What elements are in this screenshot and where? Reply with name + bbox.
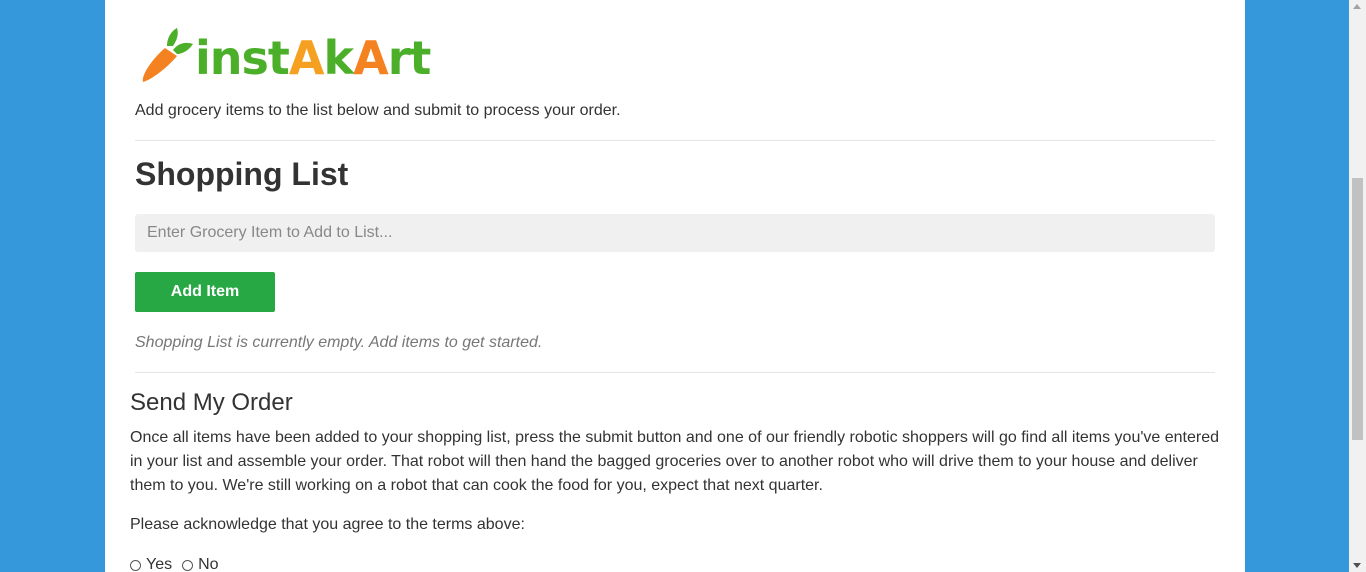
page-scrollbar[interactable] <box>1349 0 1366 572</box>
empty-list-message: Shopping List is currently empty. Add it… <box>135 334 543 351</box>
shopping-list-heading: Shopping List <box>135 156 349 192</box>
send-order-heading: Send My Order <box>130 389 293 416</box>
logo-text: instAkArt <box>195 31 430 85</box>
radio-yes[interactable]: Yes <box>130 556 172 572</box>
divider <box>135 372 1215 373</box>
carrot-icon: instAkArt <box>142 28 431 85</box>
radio-label-no: No <box>198 556 219 572</box>
order-description: Once all items have been added to your s… <box>130 429 1220 494</box>
add-item-button[interactable]: Add Item <box>135 272 275 312</box>
page-container: instAkArt Add grocery items to the list … <box>105 0 1245 572</box>
radio-button-no[interactable] <box>182 559 194 571</box>
terms-radio-group: Yes No <box>130 556 229 572</box>
instakart-logo: instAkArt <box>137 26 437 86</box>
divider <box>135 140 1215 141</box>
radio-label-yes: Yes <box>146 556 173 572</box>
acknowledge-prompt: Please acknowledge that you agree to the… <box>130 516 525 533</box>
scroll-up-arrow-icon[interactable] <box>1353 4 1361 9</box>
grocery-item-input[interactable] <box>135 214 1215 252</box>
radio-no[interactable]: No <box>182 556 219 572</box>
radio-button-yes[interactable] <box>130 559 141 571</box>
scrollbar-thumb[interactable] <box>1352 178 1363 440</box>
intro-text: Add grocery items to the list below and … <box>135 102 621 119</box>
scroll-down-arrow-icon[interactable] <box>1353 563 1361 568</box>
